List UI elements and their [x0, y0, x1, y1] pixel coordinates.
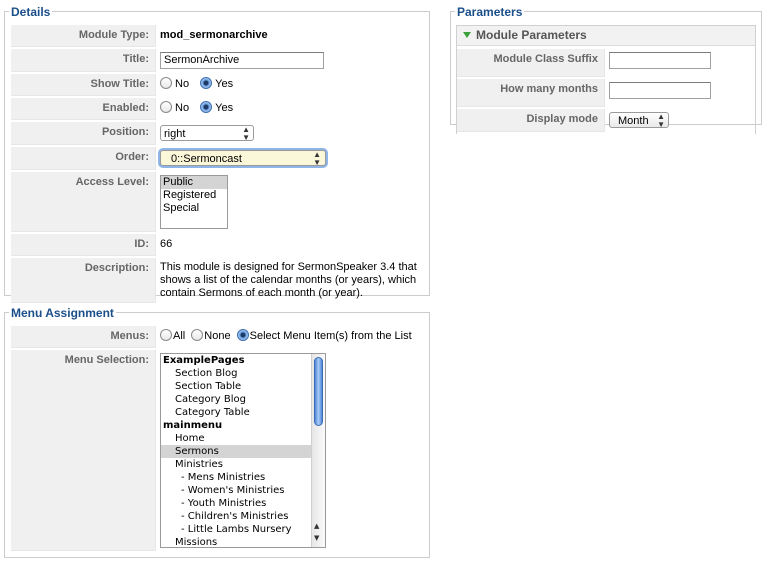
- show-title-yes-label: Yes: [215, 78, 234, 90]
- scroll-down-icon[interactable]: ▼: [314, 532, 319, 545]
- menu-selection-label: Menu Selection:: [11, 350, 156, 551]
- parameters-legend: Parameters: [455, 5, 525, 19]
- order-value: 0::Sermoncast: [171, 153, 242, 165]
- position-dropdown-icon[interactable]: ▲ ▼: [242, 126, 250, 142]
- access-option-registered[interactable]: Registered: [161, 189, 227, 202]
- details-legend: Details: [9, 5, 53, 19]
- menu-group-label: ExamplePages: [163, 355, 245, 366]
- enabled-no-label: No: [175, 102, 190, 114]
- enabled-no-radio[interactable]: [160, 101, 172, 113]
- menu-assignment-fieldset: Menu Assignment Menus: All None Select M…: [4, 306, 430, 558]
- menu-selection-scrollbar[interactable]: ▲ ▼: [311, 354, 325, 547]
- module-type-label: Module Type:: [11, 25, 156, 47]
- menu-item[interactable]: - Youth Ministries: [161, 497, 325, 510]
- menu-item[interactable]: - Little Lambs Nursery: [161, 523, 325, 536]
- enabled-yes-radio[interactable]: [200, 101, 213, 113]
- expand-triangle-icon: [463, 32, 471, 38]
- months-label: How many months: [457, 79, 605, 107]
- module-type-value: mod_sermonarchive: [160, 29, 268, 41]
- position-combobox[interactable]: right ▲ ▼: [160, 125, 254, 142]
- access-level-label: Access Level:: [11, 172, 156, 232]
- menu-assignment-table: Menus: All None Select Menu Item(s) from…: [11, 324, 416, 553]
- order-select[interactable]: 0::Sermoncast ▲ ▼: [160, 150, 326, 167]
- menu-item[interactable]: Category Table: [161, 406, 325, 419]
- menu-item[interactable]: Category Blog: [161, 393, 325, 406]
- title-input[interactable]: SermonArchive: [160, 52, 324, 69]
- access-level-list[interactable]: Public Registered Special: [160, 175, 228, 229]
- details-table: Module Type: mod_sermonarchive Title: Se…: [11, 23, 426, 305]
- access-option-special[interactable]: Special: [161, 202, 227, 215]
- menus-none-radio[interactable]: [191, 329, 204, 341]
- id-value: 66: [160, 238, 173, 250]
- months-input[interactable]: [609, 82, 711, 99]
- scrollbar-thumb[interactable]: [314, 357, 323, 426]
- details-fieldset: Details Module Type: mod_sermonarchive T…: [4, 5, 430, 303]
- position-value: right: [164, 128, 186, 140]
- show-title-no-label: No: [175, 78, 190, 90]
- menus-all-radio[interactable]: [160, 329, 172, 341]
- display-mode-label: Display mode: [457, 109, 605, 132]
- display-mode-select[interactable]: Month ▲ ▼: [609, 112, 669, 129]
- parameters-table: Module Class Suffix How many months Disp…: [457, 47, 715, 134]
- display-mode-dropdown-icon: ▲ ▼: [657, 112, 665, 129]
- show-title-label: Show Title:: [11, 74, 156, 96]
- menu-item[interactable]: Section Table: [161, 380, 325, 393]
- parameters-fieldset: Parameters Module Parameters Module Clas…: [450, 5, 762, 134]
- class-suffix-label: Module Class Suffix: [457, 49, 605, 77]
- menu-selection-list[interactable]: ExamplePages Section Blog Section Table Cat…: [160, 353, 326, 548]
- show-title-yes-radio[interactable]: [200, 77, 213, 89]
- menu-item[interactable]: Ministries: [161, 458, 325, 471]
- menu-item[interactable]: Sermons: [161, 445, 325, 458]
- menus-all-label: All: [173, 330, 186, 342]
- title-label: Title:: [11, 49, 156, 72]
- id-label: ID:: [11, 234, 156, 256]
- display-mode-value: Month: [618, 115, 649, 127]
- position-label: Position:: [11, 122, 156, 145]
- menu-item[interactable]: Missions: [161, 536, 325, 547]
- class-suffix-input[interactable]: [609, 52, 711, 69]
- description-label: Description:: [11, 258, 156, 303]
- module-parameters-panel: Module Parameters Module Class Suffix Ho…: [456, 25, 756, 134]
- menu-item[interactable]: - Women's Ministries: [161, 484, 325, 497]
- order-label: Order:: [11, 147, 156, 170]
- menu-item[interactable]: Section Blog: [161, 367, 325, 380]
- menus-label: Menus:: [11, 326, 156, 348]
- menus-none-label: None: [204, 330, 231, 342]
- menu-item[interactable]: Home: [161, 432, 325, 445]
- enabled-yes-label: Yes: [215, 102, 234, 114]
- access-option-public[interactable]: Public: [161, 176, 227, 189]
- description-value: This module is designed for SermonSpeake…: [160, 261, 417, 299]
- menu-item[interactable]: - Mens Ministries: [161, 471, 325, 484]
- show-title-no-radio[interactable]: [160, 77, 172, 89]
- menu-item[interactable]: - Children's Ministries: [161, 510, 325, 523]
- order-dropdown-icon: ▲ ▼: [313, 150, 321, 167]
- module-parameters-header[interactable]: Module Parameters: [457, 26, 755, 46]
- module-parameters-title: Module Parameters: [476, 28, 587, 42]
- enabled-label: Enabled:: [11, 98, 156, 120]
- menus-select-radio[interactable]: [236, 329, 249, 341]
- menus-select-label: Select Menu Item(s) from the List: [249, 330, 412, 342]
- menu-group-label: mainmenu: [163, 420, 223, 431]
- menu-assignment-legend: Menu Assignment: [9, 306, 116, 320]
